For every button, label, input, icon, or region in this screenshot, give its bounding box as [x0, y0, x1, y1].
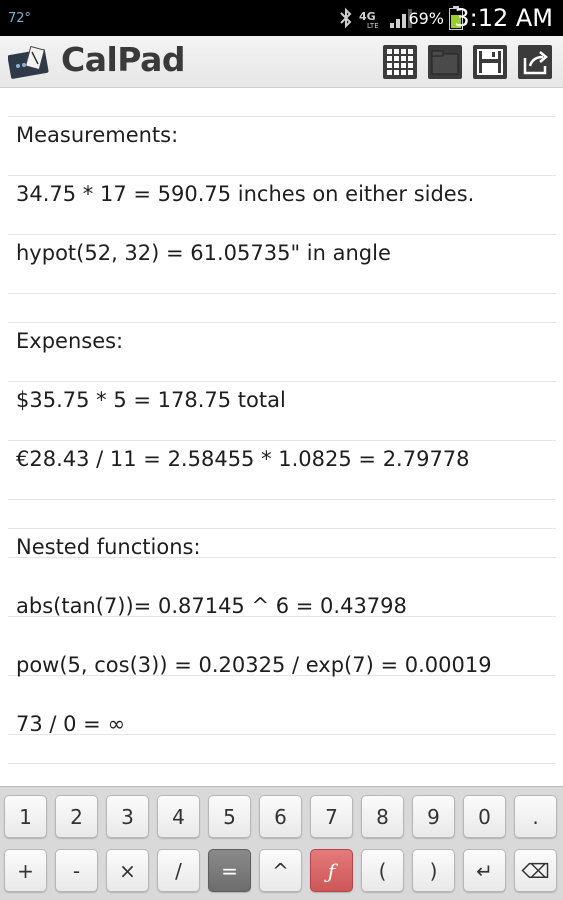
key-equals[interactable]: =: [208, 849, 251, 892]
rule-line: [8, 528, 556, 529]
calpad-screen: 72° 4G LTE 69% 3:12 AM CalPad Measuremen…: [0, 0, 563, 900]
key-3[interactable]: 3: [106, 795, 149, 838]
grid-icon: [383, 45, 417, 79]
calpad-logo-icon: [8, 46, 49, 79]
key-close-paren[interactable]: ): [412, 849, 455, 892]
note-line: pow(5, cos(3)) = 0.20325 / exp(7) = 0.00…: [16, 653, 492, 677]
note-line-heading: Nested functions:: [16, 535, 201, 559]
rule-line: [8, 234, 556, 235]
key-1[interactable]: 1: [4, 795, 47, 838]
svg-text:LTE: LTE: [367, 22, 379, 29]
key-4[interactable]: 4: [157, 795, 200, 838]
key-power[interactable]: ^: [259, 849, 302, 892]
key-minus[interactable]: -: [55, 849, 98, 892]
note-line: hypot(52, 32) = 61.05735" in angle: [16, 241, 391, 265]
open-file-button[interactable]: [426, 42, 464, 82]
key-functions[interactable]: ƒ: [310, 849, 353, 892]
folder-icon: [428, 45, 462, 79]
note-line: abs(tan(7))= 0.87145 ^ 6 = 0.43798: [16, 594, 407, 618]
rule-line: [8, 381, 556, 382]
save-file-button[interactable]: [471, 42, 509, 82]
key-open-paren[interactable]: (: [361, 849, 404, 892]
share-icon: [518, 45, 552, 79]
key-divide[interactable]: /: [157, 849, 200, 892]
key-5[interactable]: 5: [208, 795, 251, 838]
4g-lte-icon: 4G LTE: [359, 10, 379, 29]
key-enter[interactable]: ↵: [463, 849, 506, 892]
share-button[interactable]: [516, 42, 554, 82]
key-8[interactable]: 8: [361, 795, 404, 838]
key-plus[interactable]: +: [4, 849, 47, 892]
keypad: 1 2 3 4 5 6 7 8 9 0 . + - × / = ^ ƒ ( ) …: [0, 786, 563, 900]
key-0[interactable]: 0: [463, 795, 506, 838]
rule-line: [8, 116, 556, 117]
key-backspace[interactable]: ⌫: [514, 849, 557, 892]
key-2[interactable]: 2: [55, 795, 98, 838]
clock: 3:12 AM: [454, 4, 553, 32]
rule-line: [8, 175, 556, 176]
app-title: CalPad: [61, 40, 186, 79]
note-line: $35.75 * 5 = 178.75 total: [16, 388, 286, 412]
bluetooth-icon: [340, 7, 352, 29]
note-line-heading: Measurements:: [16, 123, 179, 147]
rule-line: [8, 293, 556, 294]
battery-percent: 69%: [408, 9, 444, 28]
key-9[interactable]: 9: [412, 795, 455, 838]
key-7[interactable]: 7: [310, 795, 353, 838]
status-bar: 72° 4G LTE 69% 3:12 AM: [0, 0, 563, 36]
note-editor[interactable]: Measurements: 34.75 * 17 = 590.75 inches…: [0, 89, 563, 786]
floppy-disk-icon: [473, 45, 507, 79]
key-multiply[interactable]: ×: [106, 849, 149, 892]
status-icons: 4G LTE: [339, 6, 413, 30]
rule-line: [8, 499, 556, 500]
rule-line: [8, 322, 556, 323]
temperature-indicator: 72°: [8, 11, 32, 26]
action-bar: CalPad: [0, 36, 563, 88]
key-6[interactable]: 6: [259, 795, 302, 838]
note-line-heading: Expenses:: [16, 329, 124, 353]
rule-line: [8, 763, 556, 764]
keypad-toggle-button[interactable]: [381, 42, 419, 82]
note-line: €28.43 / 11 = 2.58455 * 1.0825 = 2.79778: [16, 447, 470, 471]
note-line: 34.75 * 17 = 590.75 inches on either sid…: [16, 182, 475, 206]
note-line: 73 / 0 = ∞: [16, 712, 125, 736]
rule-line: [8, 440, 556, 441]
key-decimal[interactable]: .: [514, 795, 557, 838]
